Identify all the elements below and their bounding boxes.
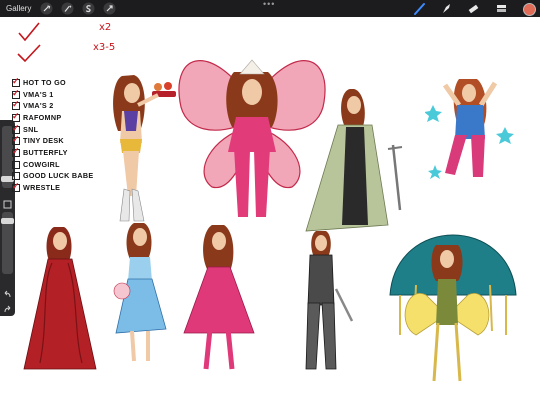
selection-s-icon[interactable]	[82, 2, 95, 15]
figure-blue-dress	[113, 223, 167, 362]
gallery-button[interactable]: Gallery	[6, 3, 31, 14]
drawing-canvas[interactable]: x2 x3-5 ✓ HOT TO GO ✓ VMA'S 1 ✓ VMA'S 2 ✓ RAFOM…	[0, 17, 540, 405]
empty-box-icon	[12, 172, 20, 181]
checked-box-icon: ✓	[12, 134, 20, 146]
checklist-item: ✓ BUTTERFLY	[12, 145, 112, 159]
magic-wand-icon[interactable]	[61, 2, 74, 15]
checklist-item: GOOD LUCK BABE	[12, 171, 112, 183]
note-x3-5: x3-5	[93, 42, 116, 53]
color-picker-button[interactable]	[523, 3, 536, 16]
wrench-icon[interactable]	[40, 2, 53, 15]
checklist-item-label: VMA'S 2	[23, 101, 54, 111]
figure-gold-bodysuit	[113, 75, 176, 222]
checklist-item-label: HOT TO GO	[23, 77, 66, 87]
checklist-item-label: COWGIRL	[23, 159, 60, 169]
song-checklist: ✓ HOT TO GO ✓ VMA'S 1 ✓ VMA'S 2 ✓ RAFOMNP ✓ SNL ✓ T…	[12, 75, 112, 194]
checklist-item: ✓ HOT TO GO	[12, 75, 112, 89]
eraser-icon[interactable]	[467, 2, 480, 15]
checked-box-icon: ✓	[12, 122, 20, 134]
checklist-item-label: WRESTLE	[23, 183, 61, 193]
figure-pink-dress	[183, 225, 255, 370]
top-toolbar: Gallery •••	[0, 0, 540, 17]
checklist-item: ✓ SNL	[12, 122, 112, 136]
checkmark-doodles	[17, 22, 41, 63]
more-dots-icon[interactable]: •••	[263, 0, 275, 9]
checklist-item: ✓ RAFOMNP	[12, 110, 112, 124]
checked-box-icon: ✓	[12, 181, 20, 193]
figure-red-gown	[23, 227, 97, 370]
transform-arrow-icon[interactable]	[103, 2, 116, 15]
brush-icon[interactable]	[413, 2, 426, 15]
checklist-item-label: GOOD LUCK BABE	[23, 171, 94, 181]
checked-box-icon: ✓	[12, 75, 20, 87]
checklist-item-label: VMA'S 1	[23, 89, 54, 99]
smudge-icon[interactable]	[440, 2, 453, 15]
checklist-item: ✓ VMA'S 1	[12, 87, 112, 101]
checklist-item-label: TINY DESK	[23, 136, 64, 146]
figure-wrestler	[425, 79, 514, 179]
checked-box-icon: ✓	[12, 87, 20, 99]
checklist-item-label: RAFOMNP	[23, 112, 62, 122]
figure-armor	[305, 231, 354, 370]
checklist-item-label: SNL	[23, 124, 39, 134]
checked-box-icon: ✓	[12, 145, 20, 157]
checklist-item: ✓ WRESTLE	[12, 182, 112, 194]
checklist-item-label: BUTTERFLY	[23, 147, 68, 157]
empty-box-icon	[12, 160, 20, 169]
checklist-item: ✓ VMA'S 2	[12, 100, 112, 112]
layers-icon[interactable]	[495, 2, 508, 15]
checklist-item: ✓ TINY DESK	[12, 135, 112, 147]
checked-box-icon: ✓	[12, 110, 20, 122]
checked-box-icon: ✓	[12, 99, 20, 111]
figure-umbrella-costume	[389, 234, 517, 382]
checklist-item: COWGIRL	[12, 159, 112, 171]
note-x2: x2	[99, 22, 112, 33]
